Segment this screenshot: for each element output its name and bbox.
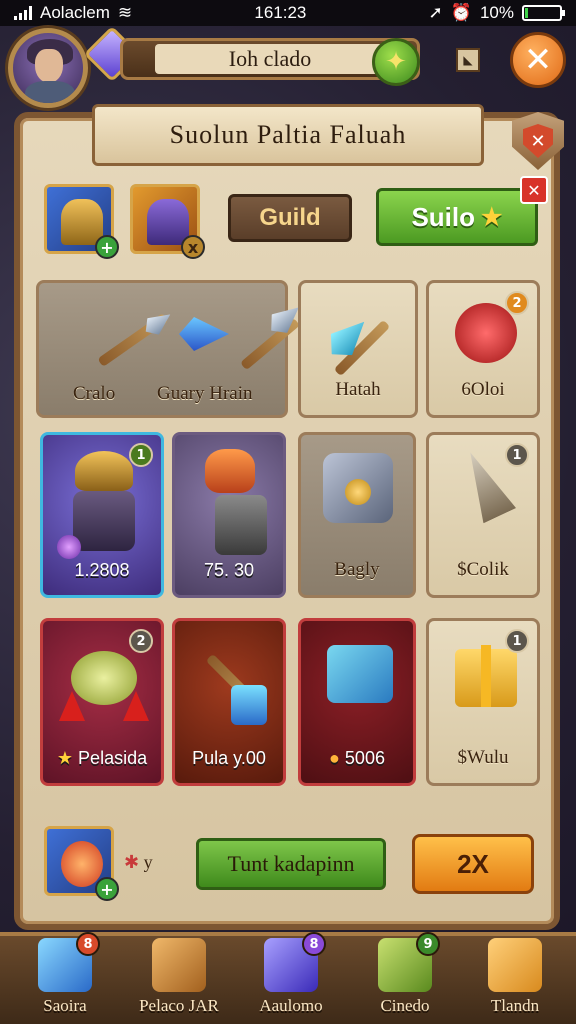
sparkle-icon: ✱ (124, 852, 140, 872)
action-label: ✱ y (124, 852, 153, 873)
card-label: Guary Hrain (157, 383, 253, 404)
battery-percent: 10% (479, 3, 514, 22)
nav-item-cinedo[interactable]: 9 Cinedo (350, 932, 460, 1024)
expand-icon[interactable]: ◣ (456, 48, 480, 72)
close-icon: ✕ (523, 40, 553, 80)
armor-icon (147, 199, 189, 245)
gift-card[interactable]: 1 $Wulu (426, 618, 540, 786)
card-label: Pula y.00 (192, 748, 266, 768)
count-badge: 2 (129, 629, 153, 653)
suilo-label: Suilo (411, 201, 476, 232)
action-label-text: y (143, 852, 153, 872)
add-badge: + (95, 235, 119, 259)
nav-item-tlandn[interactable]: Tlandn (460, 936, 570, 1024)
nav-badge: 9 (416, 932, 440, 956)
card-label-text: Pelasida (78, 748, 148, 768)
card-label: $Colik (457, 559, 509, 580)
nav-label: Aaulomo (259, 996, 323, 1015)
battery-icon (522, 5, 565, 21)
card-label-text: 5006 (344, 748, 385, 768)
star-icon: ★ (481, 203, 503, 231)
nav-badge: 8 (76, 932, 100, 956)
nav-label: Pelaco JAR (139, 996, 219, 1015)
card-label: 6Oloi (461, 379, 505, 400)
count-badge: 1 (505, 443, 529, 467)
weapons-bundle-card[interactable]: Cralo Guary Hrain (36, 280, 288, 418)
crystal-slot[interactable]: + (44, 826, 119, 901)
item-card[interactable]: Hatah (298, 280, 418, 418)
dismiss-icon[interactable]: ✕ (520, 176, 548, 204)
item-card[interactable]: Bagly (298, 432, 416, 598)
remove-badge: x (181, 235, 205, 259)
nav-label: Tlandn (490, 996, 540, 1015)
nav-badge: 8 (302, 932, 326, 956)
card-label: ● 5006 (329, 748, 385, 769)
item-card[interactable]: ● 5006 (298, 618, 416, 786)
hero-card[interactable]: 1 1.2808 (40, 432, 164, 598)
action-field[interactable]: Tunt kadapinn (196, 838, 386, 890)
card-label: $Wulu (457, 747, 509, 768)
item-card[interactable]: Pula y.00 (172, 618, 286, 786)
item-card[interactable]: 2 ★ Pelasida (40, 618, 164, 786)
cheese-icon (488, 938, 542, 992)
card-label: Bagly (334, 559, 380, 580)
plus-icon: ✦ (385, 47, 407, 77)
crystal-icon (61, 841, 103, 887)
helmet-slot[interactable]: + (44, 184, 119, 259)
count-badge: 2 (505, 291, 529, 315)
nav-label: Cinedo (380, 996, 430, 1015)
scroll-icon: 8 (264, 932, 326, 992)
gift-icon: 9 (378, 932, 440, 992)
top-header: Ioh clado ✦ ◣ ✕ (0, 25, 576, 108)
wifi-icon: ≋ (117, 3, 133, 22)
multiplier-button[interactable]: 2X (412, 834, 534, 894)
coin-icon: ● (329, 748, 340, 768)
nav-label: Saoira (43, 996, 87, 1015)
player-avatar[interactable] (8, 28, 88, 108)
add-badge: + (95, 877, 119, 901)
status-bar: Aolaclem ≋ 161:23 ➚ ⏰ 10% (0, 0, 576, 26)
card-label: 1.2808 (74, 560, 130, 580)
nav-item-saoira[interactable]: 8 Saoira (10, 932, 120, 1024)
star-icon: ★ (56, 748, 74, 768)
helmet-icon (61, 199, 103, 245)
carrier-name: Aolaclem (40, 3, 110, 22)
item-card[interactable]: 1 $Colik (426, 432, 540, 598)
player-name: Ioh clado (155, 44, 385, 74)
hero-card[interactable]: 75. 30 (172, 432, 286, 598)
close-button[interactable]: ✕ (510, 32, 566, 88)
location-icon: ➚ (428, 3, 443, 22)
count-badge: 1 (505, 629, 529, 653)
item-card[interactable]: 2 6Oloi (426, 280, 540, 418)
nav-item-aaulomo[interactable]: 8 Aaulomo (236, 932, 346, 1024)
alarm-icon: ⏰ (450, 3, 472, 22)
signal-icon (14, 6, 32, 20)
clock: 161:23 (254, 3, 307, 22)
nav-item-pelaco[interactable]: Pelaco JAR (124, 936, 234, 1024)
close-icon: ✕ (523, 124, 553, 158)
card-label: Hatah (335, 379, 381, 400)
bag-icon (152, 938, 206, 992)
guild-button[interactable]: Guild (228, 194, 352, 242)
count-badge: 1 (129, 443, 153, 467)
card-label: Cralo (73, 383, 116, 404)
bottom-nav: 8 Saoira Pelaco JAR 8 Aaulomo 9 Cinedo T… (0, 932, 576, 1024)
armor-slot[interactable]: x (130, 184, 205, 259)
suilo-button[interactable]: Suilo ★ (376, 188, 538, 246)
crystal-icon: 8 (38, 932, 100, 992)
card-label: 75. 30 (203, 560, 255, 580)
card-label: ★ Pelasida (57, 748, 147, 769)
add-currency-button[interactable]: ✦ (372, 38, 420, 86)
panel-title: Suolun Paltia Faluah (92, 104, 484, 166)
